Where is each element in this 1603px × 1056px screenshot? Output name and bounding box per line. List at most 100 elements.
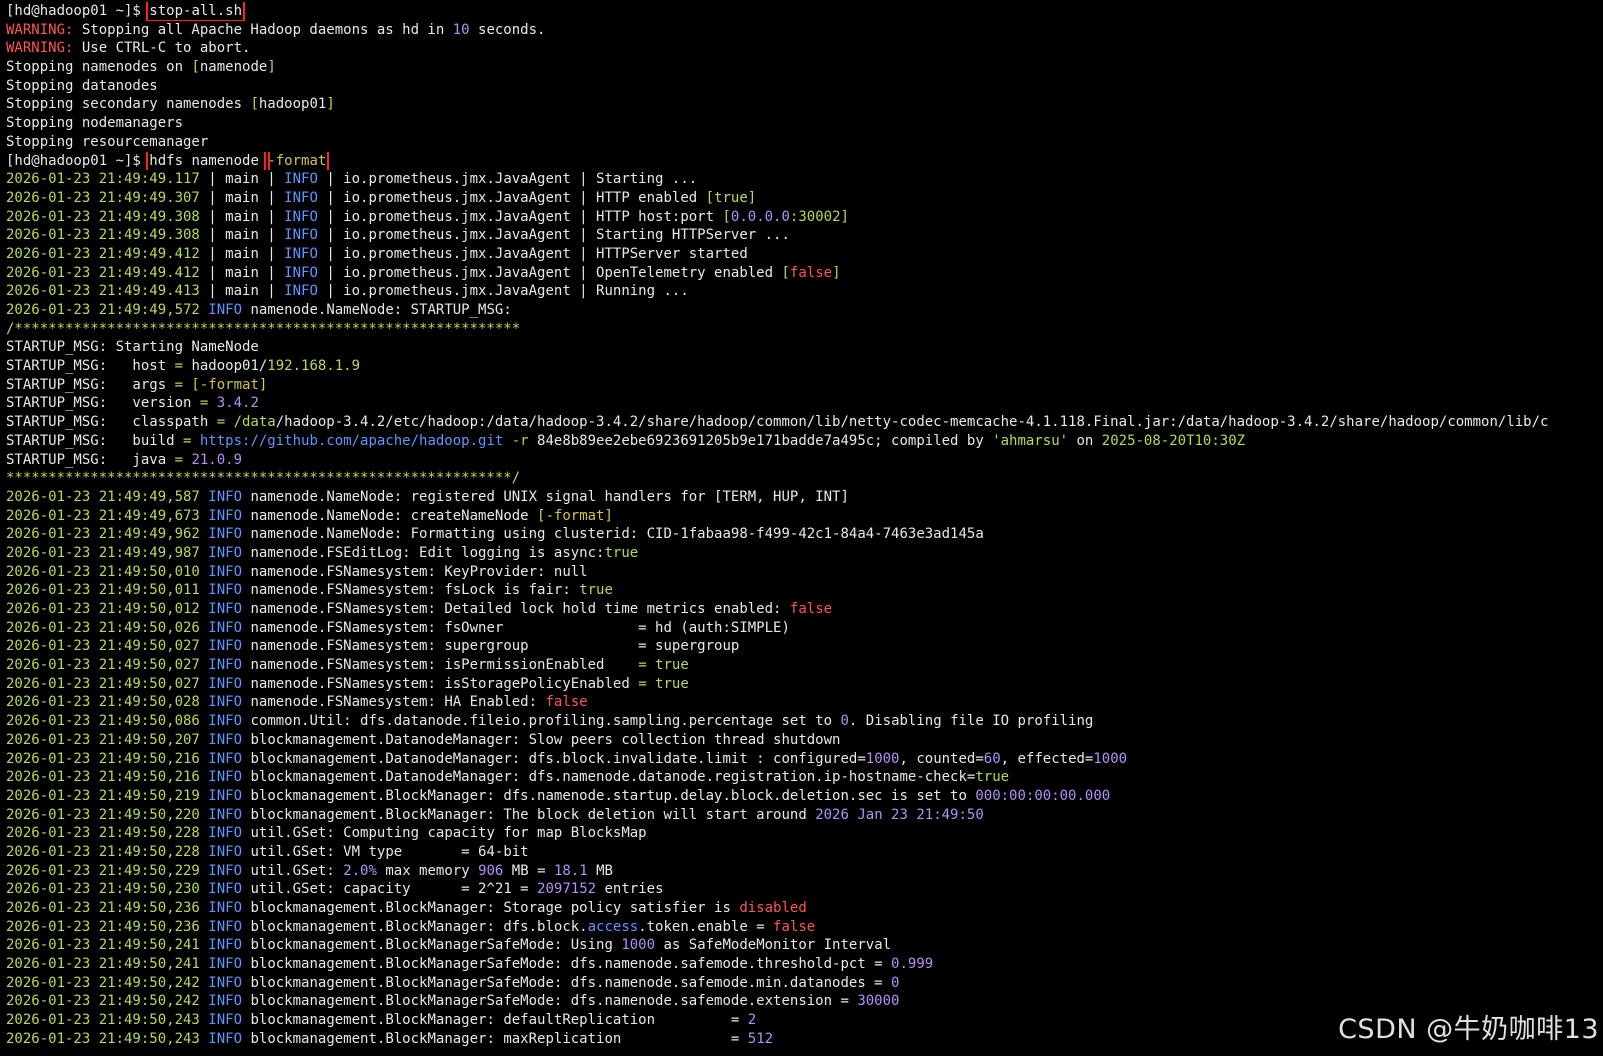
- terminal-text: 2026-01-23 21:49:50,027: [6, 638, 200, 655]
- terminal-text: 000:00:00:00.000: [975, 787, 1111, 804]
- terminal-text: 2026-01-23 21:49:49,987: [6, 544, 200, 561]
- terminal-text: INFO: [199, 1030, 243, 1047]
- terminal-line: ****************************************…: [6, 469, 1603, 488]
- terminal-text: , counted=: [899, 750, 984, 767]
- terminal-text: Stopping nodemanagers: [6, 115, 184, 132]
- terminal-text: 2097152: [537, 881, 597, 898]
- terminal-text: blockmanagement.BlockManager: Storage po…: [242, 900, 740, 916]
- terminal-line: Stopping namenodes on [namenode]: [6, 58, 1603, 77]
- terminal-text: =: [174, 358, 192, 375]
- terminal-text: INFO: [199, 713, 243, 730]
- terminal-line: 2026-01-23 21:49:50,027 INFO namenode.FS…: [6, 675, 1603, 694]
- terminal-text: . Disabling file IO profiling: [848, 713, 1094, 730]
- terminal-text: blockmanagement.BlockManager: defaultRep…: [242, 1012, 748, 1029]
- terminal-text: 3.4.2: [216, 395, 259, 412]
- terminal-text: -r: [503, 432, 529, 449]
- terminal-text: | io.prometheus.jmx.JavaAgent | HTTP ena…: [317, 189, 706, 206]
- terminal-text: | io.prometheus.jmx.JavaAgent | OpenTele…: [317, 264, 782, 281]
- terminal-text: STARTUP_MSG: classpath: [6, 414, 217, 431]
- terminal-text: 1000: [865, 750, 900, 767]
- terminal-text: 2.0%: [343, 862, 377, 879]
- terminal-text: STARTUP_MSG: args: [6, 376, 175, 393]
- terminal-text: namenode: [199, 59, 268, 76]
- terminal-text: false: [789, 601, 833, 617]
- terminal-text: blockmanagement.BlockManager: dfs.nameno…: [242, 787, 976, 804]
- terminal-text: | main |: [199, 283, 285, 300]
- terminal-line: WARNING: Stopping all Apache Hadoop daem…: [6, 21, 1603, 40]
- terminal-text: INFO: [199, 843, 243, 860]
- terminal-text: 2026-01-23 21:49:49.412: [6, 264, 200, 281]
- terminal-text: Stopping namenodes on: [6, 59, 192, 76]
- terminal-line: 2026-01-23 21:49:50,026 INFO namenode.FS…: [6, 619, 1603, 638]
- terminal-text: namenode.FSEditLog: Edit logging is asyn…: [242, 544, 605, 561]
- terminal-text: INFO: [284, 264, 318, 281]
- terminal-text: util.GSet: VM type = 64-bit: [242, 843, 529, 860]
- terminal-text: INFO: [199, 488, 243, 505]
- terminal-text: INFO: [284, 171, 318, 188]
- terminal-text: | io.prometheus.jmx.JavaAgent | HTTP hos…: [317, 208, 723, 225]
- terminal-line: 2026-01-23 21:49:49.412 | main | INFO | …: [6, 264, 1603, 283]
- terminal-text: | io.prometheus.jmx.JavaAgent | HTTPServ…: [317, 245, 748, 262]
- terminal-line: Stopping resourcemanager: [6, 133, 1603, 152]
- terminal-text: INFO: [199, 563, 243, 580]
- terminal-text: STARTUP_MSG: Starting NameNode: [6, 339, 259, 356]
- terminal-text: [: [781, 264, 790, 281]
- terminal-line: 2026-01-23 21:49:50,207 INFO blockmanage…: [6, 731, 1603, 750]
- terminal-line: 2026-01-23 21:49:50,027 INFO namenode.FS…: [6, 656, 1603, 675]
- terminal-text: hadoop01: [258, 96, 327, 113]
- terminal-text: 1000: [621, 937, 656, 954]
- terminal-line: 2026-01-23 21:49:49,572 INFO namenode.Na…: [6, 301, 1603, 320]
- terminal-text: 2026-01-23 21:49:50,236: [6, 918, 200, 935]
- terminal-text: true: [579, 582, 613, 599]
- terminal-text: 2026-01-23 21:49:50,216: [6, 750, 200, 767]
- terminal-line: 2026-01-23 21:49:50,219 INFO blockmanage…: [6, 787, 1603, 806]
- terminal-text: WARNING:: [6, 21, 82, 38]
- terminal-text: 10: [452, 21, 470, 38]
- terminal-text: namenode.NameNode: STARTUP_MSG:: [242, 302, 512, 318]
- terminal-text: true: [604, 544, 639, 561]
- terminal-text: 2026-01-23 21:49:50,230: [6, 881, 200, 898]
- terminal-text: INFO: [199, 657, 243, 674]
- terminal-text: [: [191, 59, 200, 76]
- terminal-text: .token.enable =: [638, 918, 774, 935]
- terminal-line: 2026-01-23 21:49:50,012 INFO namenode.FS…: [6, 600, 1603, 619]
- terminal-text: | main |: [199, 189, 285, 206]
- terminal-line: STARTUP_MSG: version = 3.4.2: [6, 394, 1603, 413]
- terminal-text: 0.999: [891, 956, 934, 973]
- terminal-text: 2026 Jan 23 21:49:50: [815, 806, 984, 823]
- terminal-text: Stopping all Apache Hadoop daemons as hd…: [81, 21, 453, 38]
- terminal-text: STARTUP_MSG: build: [6, 432, 184, 449]
- terminal-output[interactable]: [hd@hadoop01 ~]$ stop-all.sh WARNING: Sto…: [6, 2, 1603, 1056]
- terminal-text: 2026-01-23 21:49:50,219: [6, 787, 200, 804]
- terminal-line: STARTUP_MSG: build = https://github.com/…: [6, 432, 1603, 451]
- terminal-text: 21.0.9: [191, 451, 243, 468]
- terminal-text: namenode.NameNode: createNameNode: [242, 507, 538, 524]
- terminal-text: blockmanagement.DatanodeManager: Slow pe…: [242, 731, 841, 748]
- terminal-text: | io.prometheus.jmx.JavaAgent | Starting…: [317, 227, 790, 244]
- terminal-text: INFO: [199, 1012, 243, 1029]
- terminal-text: INFO: [284, 283, 318, 300]
- terminal-text: INFO: [284, 189, 318, 206]
- terminal-line: 2026-01-23 21:49:49.117 | main | INFO | …: [6, 170, 1603, 189]
- terminal-text: 18.1: [553, 862, 588, 879]
- terminal-text: disabled: [739, 900, 807, 916]
- terminal-text: INFO: [199, 918, 243, 935]
- terminal-text: namenode.FSNamesystem: Detailed lock hol…: [242, 601, 790, 617]
- terminal-text: INFO: [199, 582, 243, 599]
- terminal-text: =: [199, 395, 217, 412]
- terminal-text: INFO: [199, 937, 243, 954]
- highlighted-command: -format: [264, 151, 330, 171]
- terminal-text: 2026-01-23 21:49:50,010: [6, 563, 200, 580]
- terminal-line: 2026-01-23 21:49:50,028 INFO namenode.FS…: [6, 693, 1603, 712]
- terminal-text: | io.prometheus.jmx.JavaAgent | Starting…: [317, 171, 698, 188]
- terminal-line: 2026-01-23 21:49:50,220 INFO blockmanage…: [6, 806, 1603, 825]
- terminal-text: 84e8b89ee2ebe6923691205b9e171badde7a495c…: [528, 432, 993, 449]
- terminal-text: 2026-01-23 21:49:50,027: [6, 675, 200, 692]
- terminal-text: 2026-01-23 21:49:49,962: [6, 526, 200, 543]
- terminal-line: Stopping nodemanagers: [6, 114, 1603, 133]
- terminal-text: INFO: [199, 881, 243, 898]
- terminal-line: Stopping datanodes: [6, 77, 1603, 96]
- terminal-text: on: [1068, 432, 1102, 449]
- terminal-text: 60: [983, 750, 1001, 767]
- terminal-text: | main |: [199, 208, 285, 225]
